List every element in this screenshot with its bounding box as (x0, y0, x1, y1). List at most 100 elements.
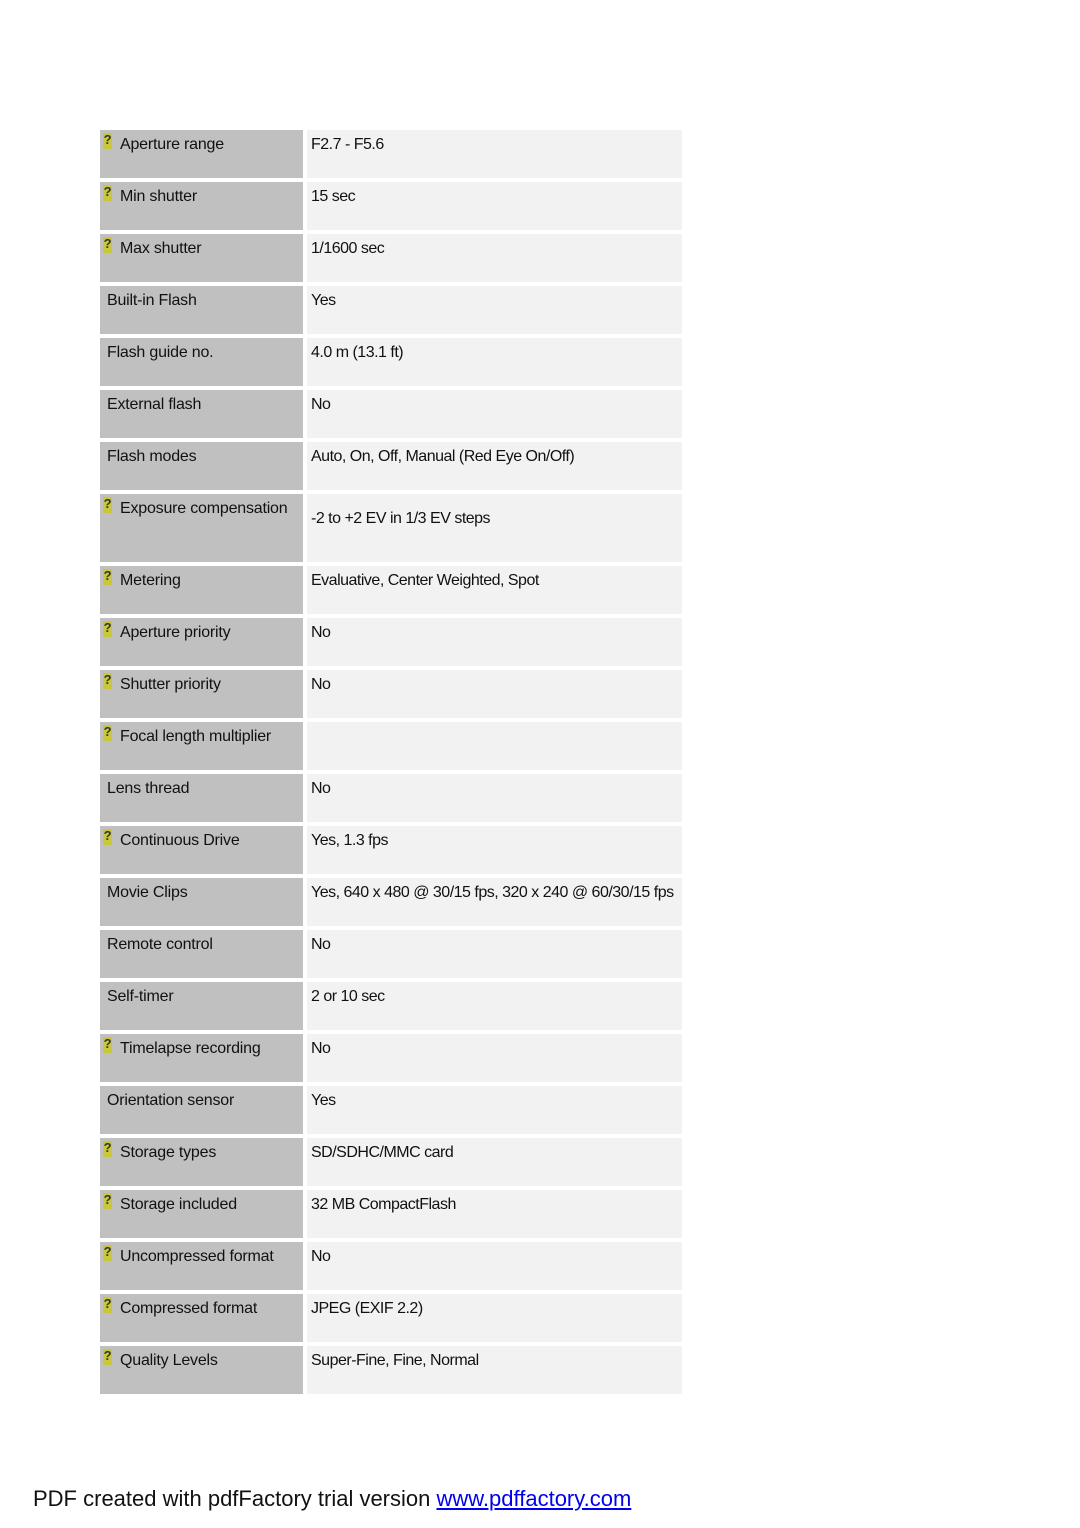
footer-text: PDF created with pdfFactory trial versio… (33, 1486, 437, 1511)
help-icon[interactable]: ? (103, 673, 112, 689)
spec-label: Orientation sensor (107, 1092, 235, 1109)
spec-label-cell: Lens thread (100, 774, 303, 822)
spec-row: Self-timer 2 or 10 sec (100, 982, 682, 1030)
spec-row: ? Continuous Drive Yes, 1.3 fps (100, 826, 682, 874)
spec-row: ? Aperture priority No (100, 618, 682, 666)
spec-label: Shutter priority (120, 676, 221, 693)
spec-label-cell: ? Storage types (100, 1138, 303, 1186)
help-icon[interactable]: ? (103, 1245, 112, 1261)
spec-value: 15 sec (307, 182, 682, 230)
spec-label-cell: Built-in Flash (100, 286, 303, 334)
spec-label-cell: ? Storage included (100, 1190, 303, 1238)
spec-row: ? Timelapse recording No (100, 1034, 682, 1082)
spec-label: Storage included (120, 1196, 237, 1213)
spec-label-cell: ? Shutter priority (100, 670, 303, 718)
spec-table: ? Aperture range F2.7 - F5.6? Min shutter 15… (100, 130, 682, 1398)
help-icon[interactable]: ? (103, 1141, 112, 1157)
help-icon[interactable]: ? (103, 621, 112, 637)
help-icon[interactable]: ? (103, 185, 112, 201)
spec-label: Metering (120, 572, 181, 589)
help-icon[interactable]: ? (103, 1297, 112, 1313)
spec-row: ? Storage types SD/SDHC/MMC card (100, 1138, 682, 1186)
help-icon[interactable]: ? (103, 1193, 112, 1209)
spec-label: External flash (107, 396, 202, 413)
spec-label: Self-timer (107, 988, 174, 1005)
spec-label: Aperture range (120, 136, 224, 153)
spec-value: No (307, 390, 682, 438)
spec-label: Max shutter (120, 240, 202, 257)
spec-row: ? Quality Levels Super-Fine, Fine, Normal (100, 1346, 682, 1394)
help-icon[interactable]: ? (103, 1037, 112, 1053)
spec-value: 32 MB CompactFlash (307, 1190, 682, 1238)
spec-row: Flash modes Auto, On, Off, Manual (Red Ey… (100, 442, 682, 490)
spec-label-cell: Self-timer (100, 982, 303, 1030)
spec-value: Yes, 640 x 480 @ 30/15 fps, 320 x 240 @ … (307, 878, 682, 926)
spec-label-cell: ? Aperture range (100, 130, 303, 178)
spec-value: -2 to +2 EV in 1/3 EV steps (307, 494, 682, 562)
spec-row: ? Aperture range F2.7 - F5.6 (100, 130, 682, 178)
pdffactory-link[interactable]: www.pdffactory.com (436, 1486, 631, 1511)
spec-label-cell: ? Timelapse recording (100, 1034, 303, 1082)
spec-value: Yes (307, 286, 682, 334)
spec-value: No (307, 670, 682, 718)
spec-label-cell: Movie Clips (100, 878, 303, 926)
spec-label-cell: ? Uncompressed format (100, 1242, 303, 1290)
spec-label: Compressed format (120, 1300, 258, 1317)
spec-label: Continuous Drive (120, 832, 240, 849)
spec-value: No (307, 1242, 682, 1290)
spec-row: ? Max shutter 1/1600 sec (100, 234, 682, 282)
spec-label: Storage types (120, 1144, 217, 1161)
spec-value: Super-Fine, Fine, Normal (307, 1346, 682, 1394)
spec-value: 1/1600 sec (307, 234, 682, 282)
spec-label-cell: ? Compressed format (100, 1294, 303, 1342)
spec-value: No (307, 618, 682, 666)
spec-row: Orientation sensor Yes (100, 1086, 682, 1134)
spec-row: ? Exposure compensation -2 to +2 EV in 1/3… (100, 494, 682, 562)
spec-value: No (307, 774, 682, 822)
spec-value: JPEG (EXIF 2.2) (307, 1294, 682, 1342)
spec-label-cell: ? Max shutter (100, 234, 303, 282)
spec-label-cell: Orientation sensor (100, 1086, 303, 1134)
spec-label: Exposure compensation (120, 500, 288, 517)
spec-label-cell: ? Metering (100, 566, 303, 614)
spec-label-cell: Remote control (100, 930, 303, 978)
spec-label-cell: Flash guide no. (100, 338, 303, 386)
spec-row: Lens thread No (100, 774, 682, 822)
spec-value: 4.0 m (13.1 ft) (307, 338, 682, 386)
spec-label-cell: ? Continuous Drive (100, 826, 303, 874)
spec-value: F2.7 - F5.6 (307, 130, 682, 178)
spec-row: Built-in Flash Yes (100, 286, 682, 334)
spec-label: Min shutter (120, 188, 197, 205)
spec-row: Flash guide no. 4.0 m (13.1 ft) (100, 338, 682, 386)
spec-label: Quality Levels (120, 1352, 218, 1369)
spec-label: Aperture priority (120, 624, 231, 641)
help-icon[interactable]: ? (103, 237, 112, 253)
help-icon[interactable]: ? (103, 133, 112, 149)
spec-label: Focal length multiplier (120, 728, 272, 745)
help-icon[interactable]: ? (103, 829, 112, 845)
spec-label-cell: ? Quality Levels (100, 1346, 303, 1394)
spec-value (307, 722, 682, 770)
spec-row: ? Uncompressed format No (100, 1242, 682, 1290)
help-icon[interactable]: ? (103, 497, 112, 513)
spec-label: Flash guide no. (107, 344, 214, 361)
spec-label-cell: ? Aperture priority (100, 618, 303, 666)
spec-value: Yes, 1.3 fps (307, 826, 682, 874)
spec-label: Flash modes (107, 448, 197, 465)
spec-value: Auto, On, Off, Manual (Red Eye On/Off) (307, 442, 682, 490)
spec-row: Movie Clips Yes, 640 x 480 @ 30/15 fps, 3… (100, 878, 682, 926)
spec-label-cell: Flash modes (100, 442, 303, 490)
spec-label-cell: ? Exposure compensation (100, 494, 303, 562)
help-icon[interactable]: ? (103, 725, 112, 741)
spec-value: No (307, 930, 682, 978)
spec-label-cell: ? Min shutter (100, 182, 303, 230)
footer: PDF created with pdfFactory trial versio… (33, 1486, 631, 1512)
spec-label-cell: External flash (100, 390, 303, 438)
spec-row: ? Storage included 32 MB CompactFlash (100, 1190, 682, 1238)
help-icon[interactable]: ? (103, 569, 112, 585)
spec-label: Timelapse recording (120, 1040, 261, 1057)
spec-value: SD/SDHC/MMC card (307, 1138, 682, 1186)
help-icon[interactable]: ? (103, 1349, 112, 1365)
spec-row: ? Compressed format JPEG (EXIF 2.2) (100, 1294, 682, 1342)
spec-label: Uncompressed format (120, 1248, 274, 1265)
